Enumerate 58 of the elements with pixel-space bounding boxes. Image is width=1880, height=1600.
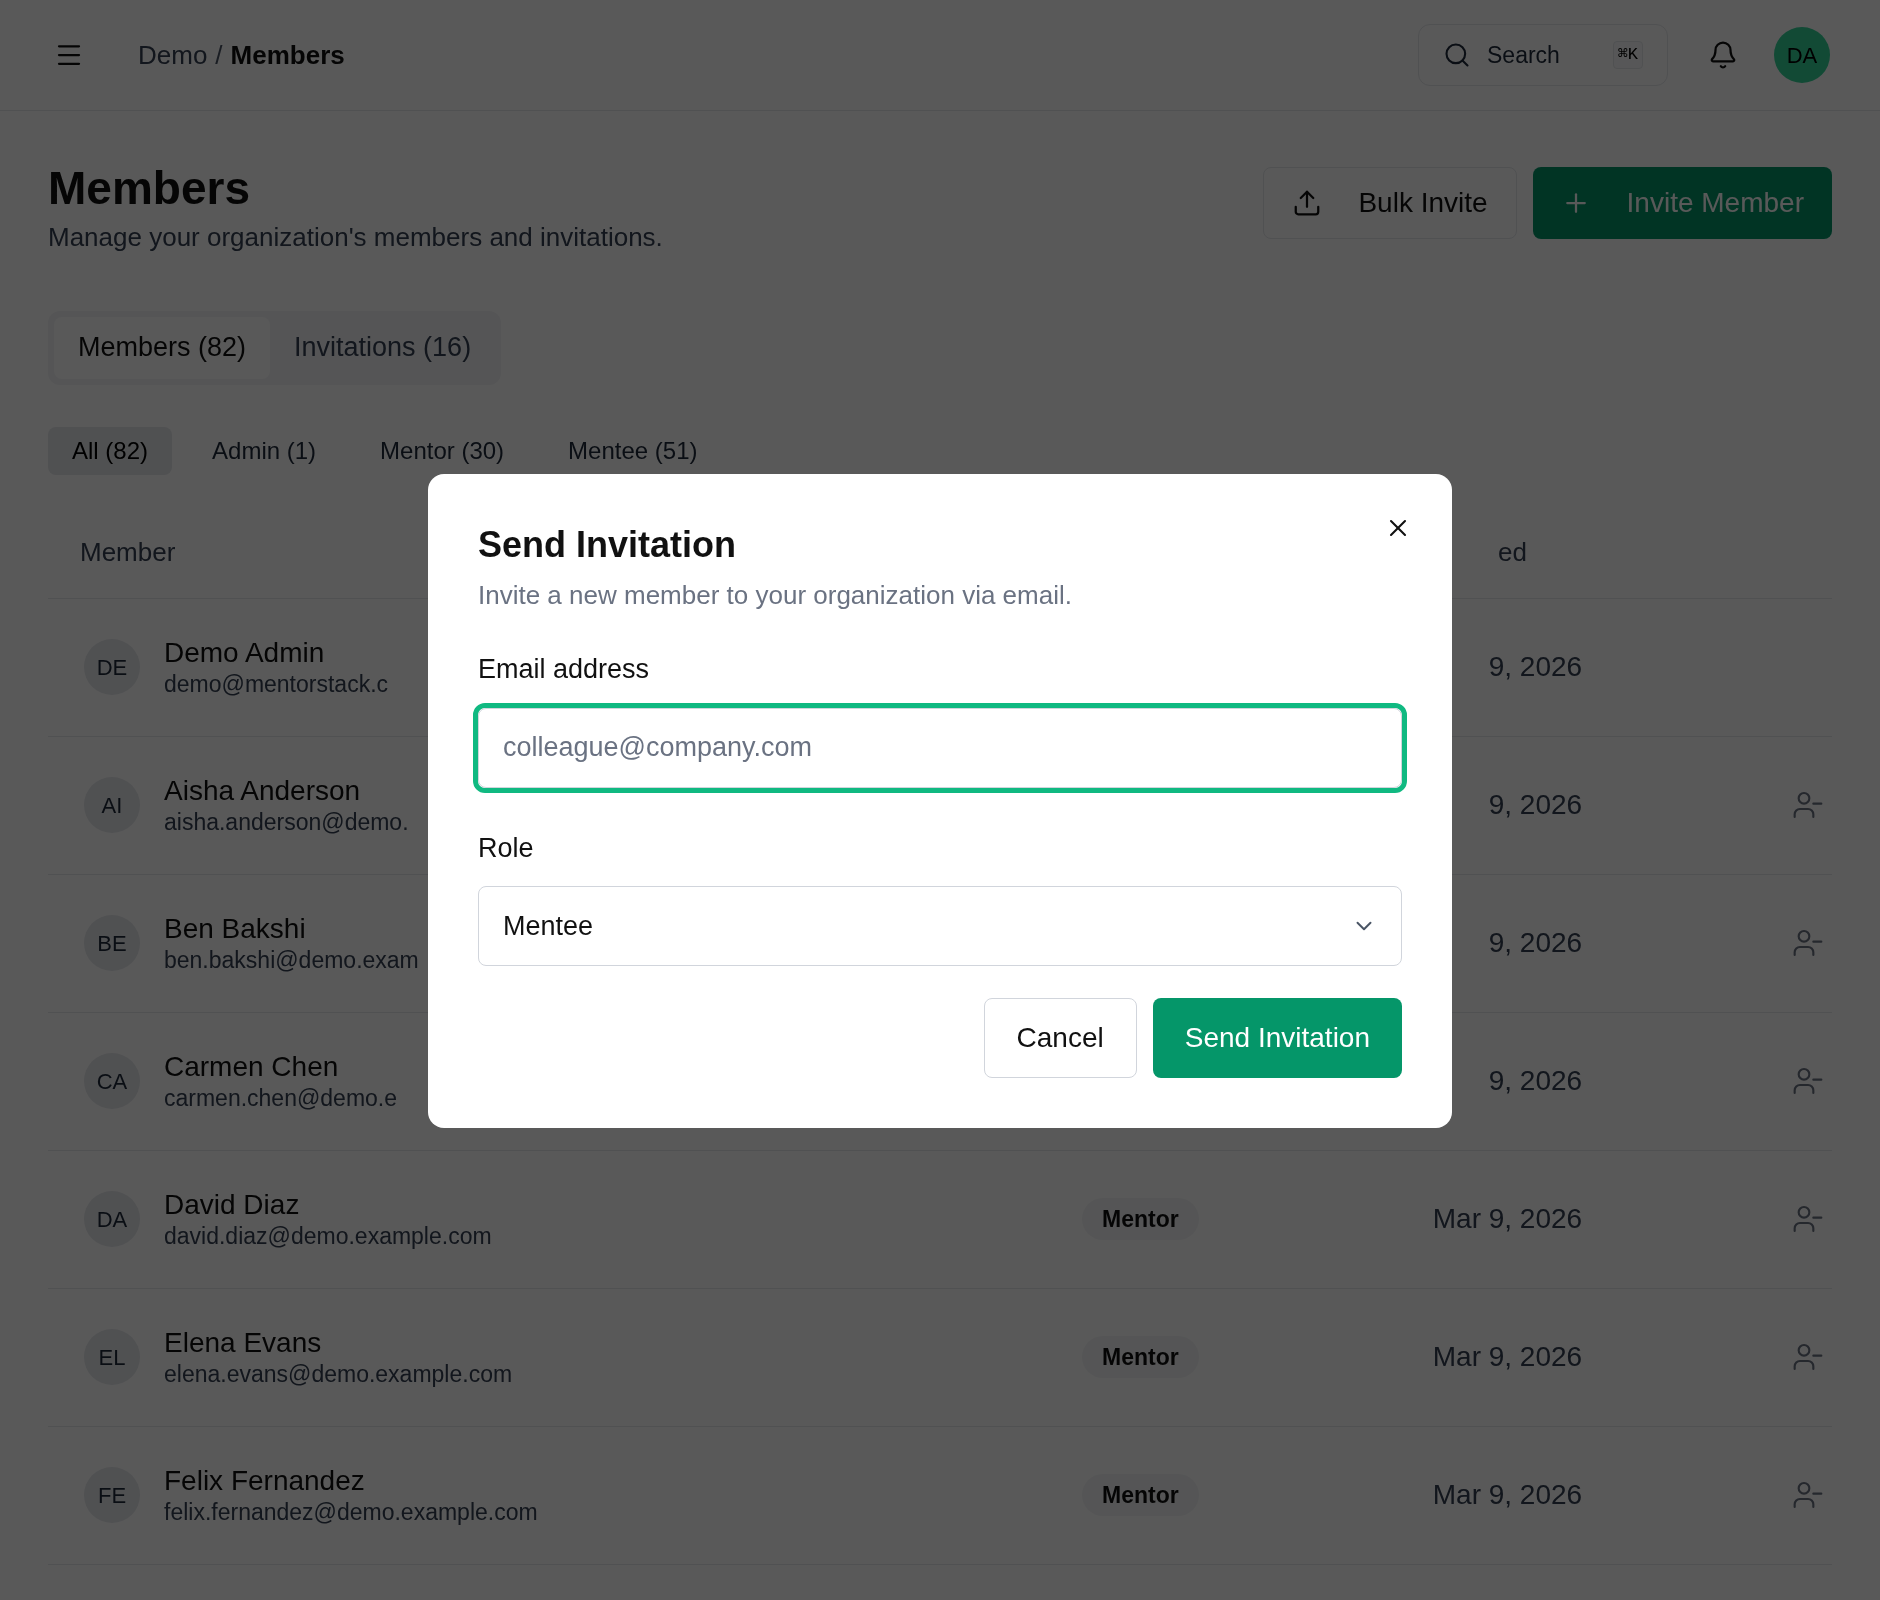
member-email: ben.bakshi@demo.exam: [164, 946, 419, 975]
breadcrumb-separator: /: [215, 38, 223, 72]
member-name: Aisha Anderson: [164, 774, 362, 809]
joined-date: 9, 2026: [1487, 1064, 1583, 1099]
member-name: Elena Evans: [164, 1326, 323, 1361]
column-header: Member: [80, 535, 176, 569]
member-email: carmen.chen@demo.e: [164, 1084, 398, 1113]
member-email: elena.evans@demo.example.com: [164, 1360, 513, 1389]
field-label: Email address: [478, 653, 651, 686]
invite-member-button[interactable]: Invite Member: [1532, 167, 1832, 239]
member-name: Carmen Chen: [164, 1050, 340, 1085]
member-avatar: DA: [84, 1191, 140, 1248]
filter-chip[interactable]: Mentor (30): [356, 426, 529, 475]
member-avatar: AI: [84, 777, 140, 834]
member-avatar: DE: [84, 639, 140, 696]
cancel-button[interactable]: Cancel: [983, 998, 1137, 1078]
user-avatar[interactable]: DA: [1774, 27, 1830, 83]
breadcrumb-item: Members: [230, 38, 345, 72]
member-name: Demo Admin: [164, 636, 326, 671]
member-email: aisha.anderson@demo.: [164, 808, 409, 837]
filter-chip[interactable]: All (82): [48, 426, 173, 475]
tab[interactable]: Invitations (16): [270, 316, 496, 379]
filter-chip[interactable]: Admin (1): [188, 426, 341, 475]
email-input[interactable]: colleague@company.com: [473, 702, 1407, 793]
dialog-description: Invite a new member to your organization via email.: [478, 579, 1073, 612]
member-email: felix.fernandez@demo.example.com: [164, 1498, 538, 1527]
member-name: Ben Bakshi: [164, 912, 307, 947]
member-avatar: EL: [84, 1329, 140, 1386]
member-avatar: FE: [84, 1467, 140, 1524]
field-label: Role: [478, 831, 535, 865]
search-icon: [1443, 41, 1471, 69]
role-badge: Mentor: [1082, 1197, 1199, 1241]
joined-date: Mar 9, 2026: [1431, 1340, 1583, 1375]
search-field[interactable]: Search ⌘K: [1418, 24, 1668, 86]
member-avatar: CA: [84, 1053, 140, 1110]
page-subtitle: Manage your organization's members and invitations.: [48, 220, 663, 254]
joined-date: 9, 2026: [1487, 650, 1583, 685]
member-email: demo@mentorstack.c: [164, 670, 389, 699]
role-badge: Mentor: [1082, 1335, 1199, 1379]
page-title: Members: [48, 163, 251, 214]
joined-date: Mar 9, 2026: [1431, 1478, 1583, 1513]
bulk-invite-button[interactable]: Bulk Invite: [1263, 167, 1517, 239]
column-header: ed: [1498, 535, 1527, 569]
member-avatar: BE: [84, 915, 140, 972]
send-invitation-button[interactable]: Send Invitation: [1152, 998, 1402, 1078]
breadcrumb-item[interactable]: Demo: [138, 35, 208, 75]
member-name: Felix Fernandez: [164, 1464, 366, 1499]
member-name: David Diaz: [164, 1188, 301, 1223]
shortcut-key: ⌘K: [1612, 41, 1643, 69]
dialog-title: Send Invitation: [478, 523, 736, 567]
joined-date: 9, 2026: [1487, 788, 1583, 823]
filter-chip[interactable]: Mentee (51): [544, 426, 722, 475]
joined-date: 9, 2026: [1487, 926, 1583, 961]
member-email: david.diaz@demo.example.com: [164, 1222, 492, 1251]
tab[interactable]: Members (82): [54, 316, 271, 379]
role-select[interactable]: Mentee: [478, 886, 1402, 966]
role-badge: Mentor: [1082, 1473, 1199, 1517]
joined-date: Mar 9, 2026: [1431, 1202, 1583, 1237]
